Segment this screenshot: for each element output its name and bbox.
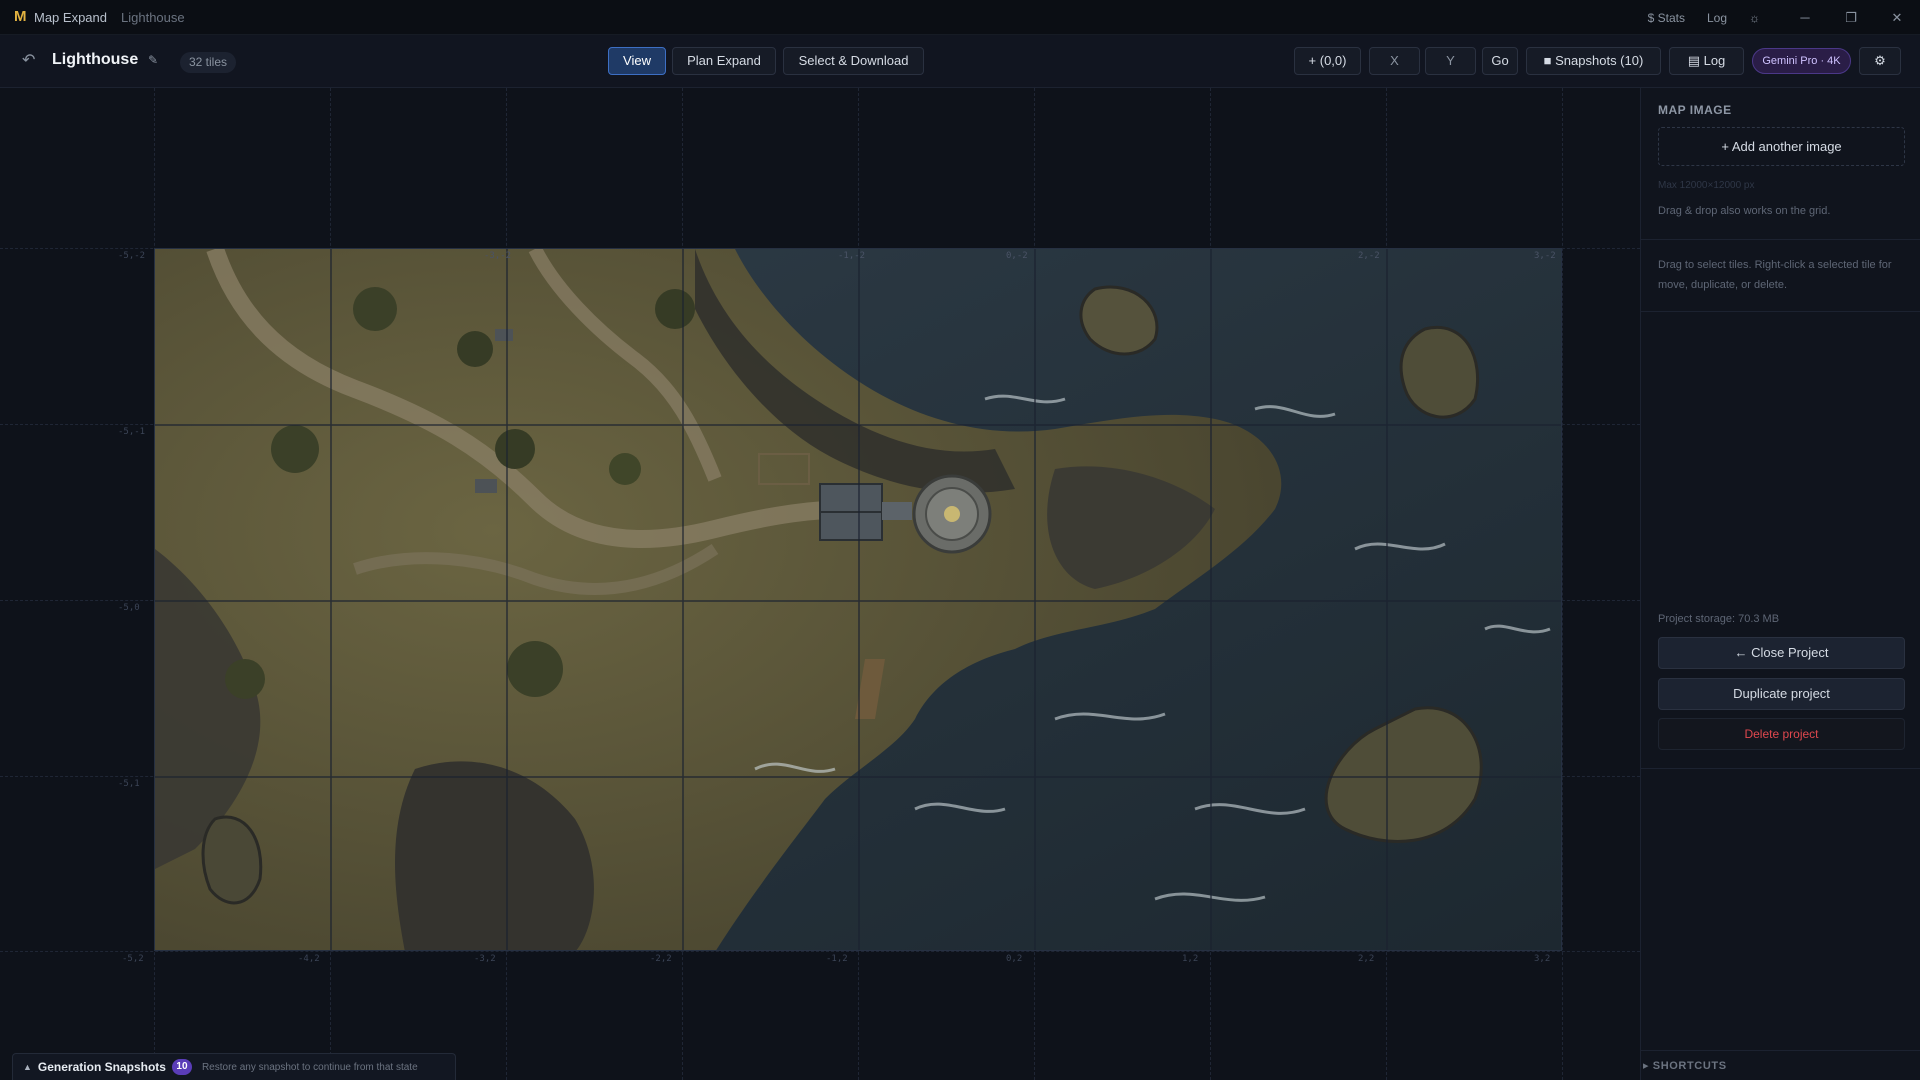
tile-coordinate: -3,-2 — [484, 251, 512, 261]
app-name: Map Expand — [34, 9, 107, 25]
view-mode-button[interactable]: View — [608, 47, 666, 75]
divider — [1641, 239, 1920, 240]
app-logo-icon: M — [14, 8, 27, 25]
snapshots-count-badge: 10 — [171, 1059, 192, 1075]
tile-coordinate: -5,1 — [118, 779, 140, 789]
tile-coordinate: -3,2 — [474, 954, 496, 964]
selection-info: Drag to select tiles. Right-click a sele… — [1658, 259, 1892, 291]
stats-link[interactable]: $ Stats — [1648, 11, 1685, 25]
close-project-button[interactable]: ← Close Project — [1658, 637, 1905, 669]
shortcuts-label: SHORTCUTS — [1652, 1059, 1727, 1072]
divider — [1641, 768, 1920, 769]
undo-arrow-icon[interactable]: ↶ — [22, 52, 40, 70]
plan-expand-button[interactable]: Plan Expand — [672, 47, 776, 75]
delete-project-button[interactable]: Delete project — [1658, 718, 1905, 750]
tile-coordinate: 2,-2 — [1358, 251, 1380, 261]
tile-coordinate: -5,-2 — [118, 251, 146, 261]
map-canvas[interactable]: -5,-2 -5,-1 -5,0 -5,1 -5,2 -4,2 -3,2 -2,… — [0, 88, 1640, 1080]
right-sidebar: MAP IMAGE + Add another image Max 12000×… — [1640, 88, 1920, 1080]
close-icon[interactable]: ✕ — [1874, 0, 1920, 35]
log-link[interactable]: Log — [1707, 11, 1727, 25]
generation-snapshots-bar[interactable]: ▲ Generation Snapshots 10 Restore any sn… — [12, 1053, 456, 1080]
select-download-button[interactable]: Select & Download — [783, 47, 924, 75]
drag-drop-note: Drag & drop also works on the grid. — [1658, 205, 1831, 217]
y-coordinate-input[interactable]: Y — [1425, 47, 1476, 75]
camera-icon: ■ — [1543, 53, 1556, 68]
map-image[interactable] — [154, 248, 1562, 951]
tile-coordinate: 2,2 — [1358, 954, 1375, 964]
tile-coordinate: -5,2 — [122, 954, 144, 964]
tile-coordinate: -1,2 — [826, 954, 848, 964]
titlebar-right: $ Stats Log ☼ ─ ❐ ✕ — [1648, 0, 1920, 35]
pencil-icon[interactable]: ✎ — [148, 53, 158, 67]
tiles-count-badge: 32 tiles — [180, 52, 237, 73]
main-toolbar: ↶ Lighthouse ✎ 32 tiles View Plan Expand… — [0, 35, 1920, 88]
go-button[interactable]: Go — [1482, 47, 1518, 75]
x-coordinate-input[interactable]: X — [1369, 47, 1420, 75]
add-image-button[interactable]: + Add another image — [1658, 127, 1905, 166]
shortcuts-toggle[interactable]: ▸ SHORTCUTS — [1641, 1050, 1920, 1080]
duplicate-project-button[interactable]: Duplicate project — [1658, 678, 1905, 710]
snapshots-hint: Restore any snapshot to continue from th… — [201, 1061, 418, 1073]
tile-coordinate: -2,2 — [650, 954, 672, 964]
divider — [1641, 311, 1920, 312]
tile-coordinate: 1,2 — [1182, 954, 1199, 964]
project-storage: Project storage: 70.3 MB — [1658, 613, 1780, 625]
minimize-icon[interactable]: ─ — [1782, 0, 1828, 35]
title-bar: M Map Expand Lighthouse $ Stats Log ☼ ─ … — [0, 0, 1920, 35]
maximize-icon[interactable]: ❐ — [1828, 0, 1874, 35]
tile-coordinate: 3,-2 — [1534, 251, 1556, 261]
project-title: Lighthouse — [52, 51, 139, 68]
max-size-note: Max 12000×12000 px — [1658, 180, 1755, 191]
lighthouse-map-illustration — [155, 249, 1561, 950]
log-button[interactable]: ▤ Log — [1669, 47, 1744, 75]
tile-coordinate: -5,-1 — [118, 427, 146, 437]
model-badge[interactable]: Gemini Pro · 4K — [1752, 48, 1851, 74]
grid-line — [1562, 88, 1563, 1080]
snapshots-title: Generation Snapshots — [37, 1060, 166, 1074]
tile-coordinate: 0,2 — [1006, 954, 1023, 964]
tile-coordinate: -5,0 — [118, 603, 140, 613]
grid-line — [0, 951, 1640, 952]
gear-icon[interactable]: ⚙ — [1859, 47, 1901, 75]
caret-right-icon: ▸ — [1643, 1060, 1653, 1072]
origin-button[interactable]: + (0,0) — [1294, 47, 1361, 75]
tile-coordinate: 3,2 — [1534, 954, 1551, 964]
map-image-heading: MAP IMAGE — [1658, 103, 1732, 117]
tile-coordinate: 0,-2 — [1006, 251, 1028, 261]
snapshots-button[interactable]: ■ Snapshots (10) — [1526, 47, 1661, 75]
tile-coordinate: -4,2 — [298, 954, 320, 964]
caret-up-icon[interactable]: ▲ — [23, 1062, 32, 1072]
clipboard-icon: ▤ — [1687, 53, 1704, 68]
window-project-name: Lighthouse — [121, 9, 185, 25]
sun-icon[interactable]: ☼ — [1749, 11, 1760, 25]
tile-coordinate: -1,-2 — [838, 251, 866, 261]
